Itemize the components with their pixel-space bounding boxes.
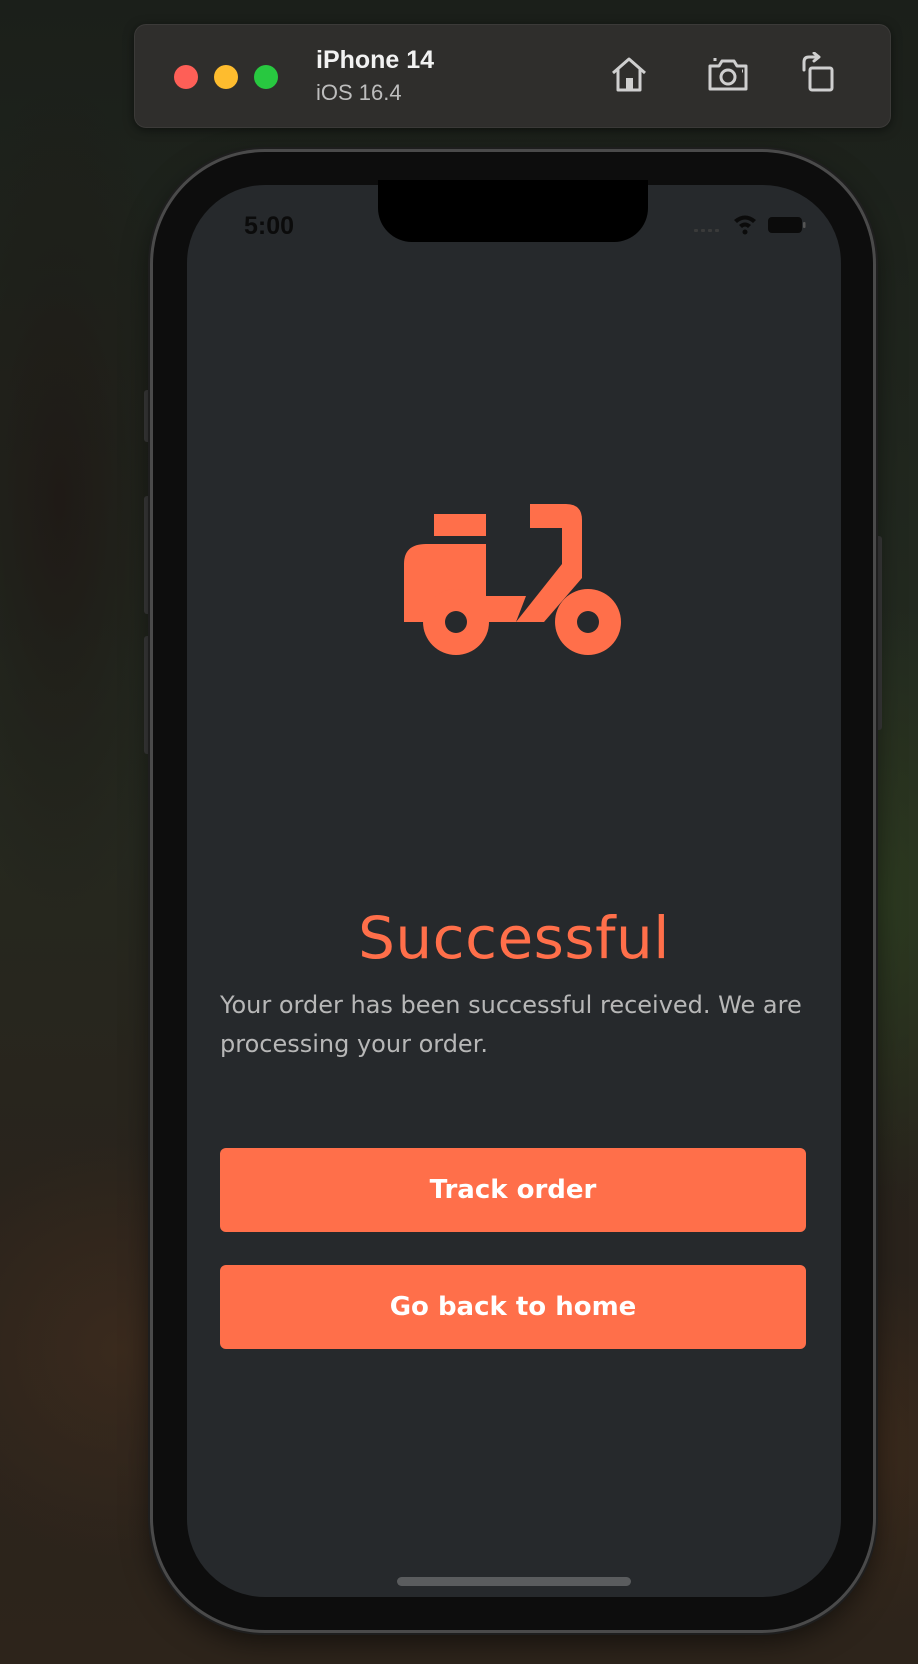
home-indicator[interactable] [397,1577,631,1586]
device-os-version: iOS 16.4 [316,80,402,105]
simulator-toolbar [134,24,891,128]
success-message: Your order has been successful received.… [220,991,802,1058]
mute-switch [144,390,152,442]
rotate-icon[interactable] [798,51,842,96]
battery-icon [768,217,806,233]
track-order-button[interactable]: Track order [220,1148,806,1232]
home-icon[interactable] [607,52,651,96]
status-time: 5:00 [244,212,295,240]
screenshot-icon[interactable] [706,52,750,96]
volume-down-button [144,636,152,754]
app-screen [187,185,841,1597]
window-minimize-button[interactable] [214,65,238,89]
wifi-icon [734,215,756,235]
scooter-icon [404,504,622,656]
window-close-button[interactable] [174,65,198,89]
volume-up-button [144,496,152,614]
power-button [874,536,882,730]
success-title: Successful [358,904,670,972]
signal-icon [694,229,719,232]
status-icons [690,212,810,238]
notch [378,180,648,242]
window-zoom-button[interactable] [254,65,278,89]
go-home-button[interactable]: Go back to home [220,1265,806,1349]
device-name: iPhone 14 [316,46,435,74]
